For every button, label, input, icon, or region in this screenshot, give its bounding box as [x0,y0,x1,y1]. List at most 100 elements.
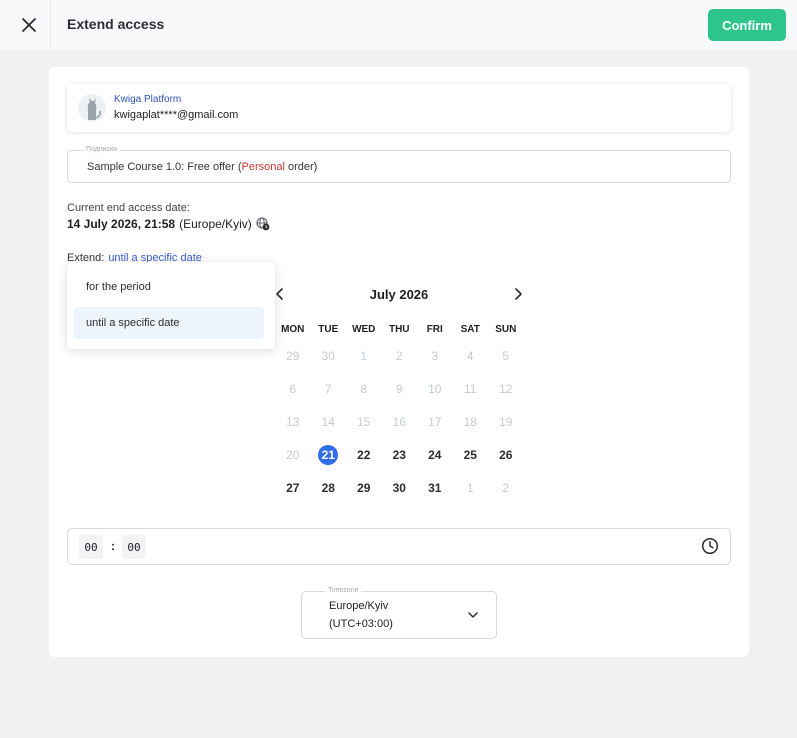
calendar-day-number: 24 [428,447,442,462]
timezone-name: Europe/Kyiv [329,600,389,612]
calendar-day: 5 [488,339,524,372]
calendar-day-number: 1 [466,480,474,495]
timezone-offset: (UTC+03:00) [329,618,393,630]
calendar-day-number: 15 [357,414,371,429]
calendar-day[interactable]: 22 [346,438,382,471]
calendar-day: 9 [382,372,418,405]
calendar-day-number: 14 [321,414,335,429]
calendar-day: 8 [346,372,382,405]
calendar-day-number: 26 [499,447,513,462]
calendar-day-number: 29 [286,348,300,363]
calendar-month: July 2026 [369,287,429,302]
calendar-day[interactable]: 25 [453,438,489,471]
calendar-day: 1 [346,339,382,372]
calendar-day-selected[interactable]: 21 [311,438,347,471]
calendar-day[interactable]: 29 [346,471,382,504]
timezone-select[interactable]: Timezone Europe/Kyiv (UTC+03:00) [301,587,497,639]
chevron-down-icon [468,612,478,618]
weekday-header: WED [352,323,376,335]
calendar-day-number: 31 [428,480,442,495]
calendar-day[interactable]: 27 [275,471,311,504]
calendar-day: 15 [346,405,382,438]
subscription-field[interactable]: Подписки Sample Course 1.0: Free offer (… [67,146,731,183]
calendar-day-number: 9 [395,381,403,396]
calendar-day: 1 [453,471,489,504]
order-type: Personal [241,161,285,173]
calendar-day: 12 [488,372,524,405]
order-suffix: order) [284,161,318,173]
option-until-specific-date[interactable]: until a specific date [74,307,264,339]
calendar-day-number: 12 [499,381,513,396]
calendar-day[interactable]: 30 [382,471,418,504]
minutes-input[interactable]: 00 [122,535,146,559]
calendar-day[interactable]: 23 [382,438,418,471]
calendar-day-number: 19 [499,414,513,429]
calendar-day: 13 [275,405,311,438]
calendar-day: 17 [417,405,453,438]
calendar-day-number: 28 [321,480,335,495]
close-icon [22,18,36,32]
weekday-header: THU [388,323,410,335]
calendar-day: 18 [453,405,489,438]
calendar-day-number: 5 [502,348,510,363]
calendar-day-number: 25 [463,447,477,462]
calendar-day: 7 [311,372,347,405]
calendar-day-number: 2 [395,348,403,363]
top-bar: Extend access Confirm [0,0,797,50]
calendar-day-number: 1 [360,348,368,363]
topbar-divider [50,0,51,50]
current-end-label: Current end access date: [67,202,190,214]
extend-access-card: Kwiga Platform kwigaplat****@gmail.com П… [49,67,749,657]
time-separator: : [111,539,115,553]
avatar [78,94,106,122]
calendar-day-number: 22 [357,447,371,462]
chevron-right-icon[interactable] [511,287,525,301]
calendar-day-number: 29 [357,480,371,495]
calendar-day: 16 [382,405,418,438]
subscription-legend: Подписки [83,146,121,153]
current-end-date: 14 July 2026, 21:58 (Europe/Kyiv) [67,217,270,231]
calendar-day: 10 [417,372,453,405]
calendar-day[interactable]: 24 [417,438,453,471]
current-date-tz: (Europe/Kyiv) [179,217,252,231]
confirm-button[interactable]: Confirm [708,9,786,41]
weekday-header: TUE [318,323,339,335]
calendar-grid: MON TUE WED THU FRI SAT SUN 29 30 1 2 3 4 5 6 7 8 9 10 11 12… [275,319,523,504]
calendar-day-number: 30 [321,348,335,363]
calendar-day: 20 [275,438,311,471]
option-for-the-period[interactable]: for the period [74,271,264,303]
calendar-day: 2 [488,471,524,504]
calendar-day-number: 23 [392,447,406,462]
calendar-day-number: 2 [502,480,510,495]
calendar-day[interactable]: 26 [488,438,524,471]
calendar-day[interactable]: 31 [417,471,453,504]
subscription-course: Sample Course 1.0: Free offer [87,161,238,173]
calendar-day-number: 4 [466,348,474,363]
chevron-left-icon[interactable] [273,287,287,301]
hours-input[interactable]: 00 [79,535,103,559]
calendar-day-number: 6 [289,381,297,396]
timezone-legend: Timezone [325,587,362,594]
calendar-day-number: 7 [324,381,332,396]
calendar-day-number: 3 [431,348,439,363]
clock-icon[interactable] [701,537,719,555]
calendar-day-number: 30 [392,480,406,495]
calendar-day-number: 16 [392,414,406,429]
calendar-day[interactable]: 28 [311,471,347,504]
calendar-day-number: 17 [428,414,442,429]
current-date-value: 14 July 2026, 21:58 [67,217,176,231]
calendar-day-number: 27 [286,480,300,495]
calendar-day: 2 [382,339,418,372]
globe-clock-icon [256,217,270,231]
calendar-day: 19 [488,405,524,438]
calendar-day-number: 11 [464,381,477,396]
calendar-day-number: 10 [428,381,442,396]
close-button[interactable] [15,12,43,38]
calendar-day: 29 [275,339,311,372]
calendar-day-number: 13 [286,414,300,429]
calendar-day-number: 8 [360,381,368,396]
page-title: Extend access [67,16,165,32]
calendar-day: 11 [453,372,489,405]
platform-email: kwigaplat****@gmail.com [114,109,239,121]
calendar-day-number: 21 [318,444,339,465]
